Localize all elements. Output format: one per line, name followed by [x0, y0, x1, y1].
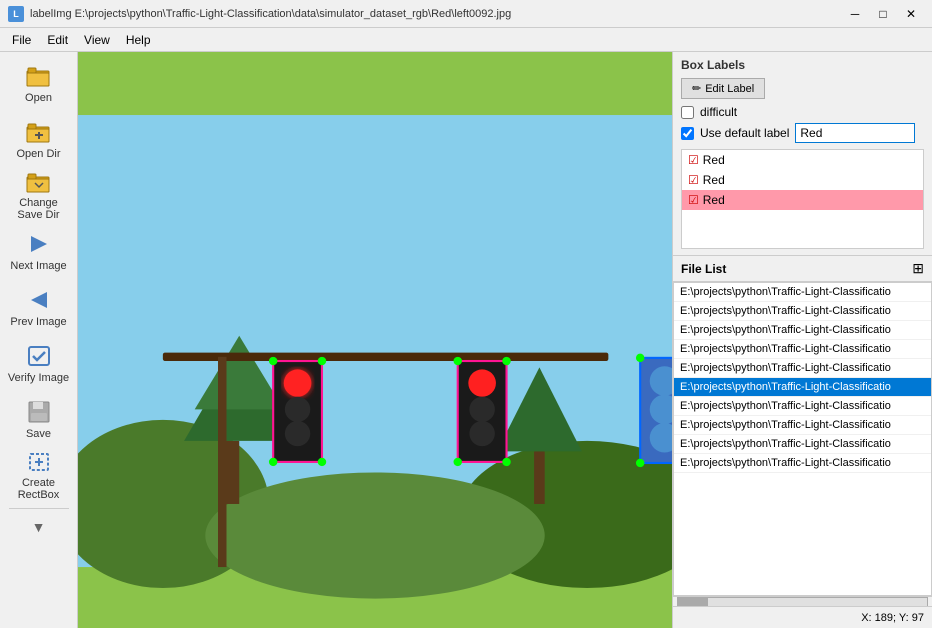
menu-view[interactable]: View	[76, 30, 118, 50]
left-toolbar: Open Open Dir	[0, 52, 78, 628]
menu-help[interactable]: Help	[118, 30, 159, 50]
app-icon: L	[8, 6, 24, 22]
open-icon	[25, 62, 53, 90]
file-list-item-1[interactable]: E:\projects\python\Traffic-Light-Classif…	[674, 302, 931, 321]
file-list-item-9[interactable]: E:\projects\python\Traffic-Light-Classif…	[674, 454, 931, 473]
change-save-dir-button[interactable]: Change Save Dir	[5, 168, 73, 222]
file-list-item-4[interactable]: E:\projects\python\Traffic-Light-Classif…	[674, 359, 931, 378]
difficult-row: difficult	[681, 105, 924, 119]
labels-list: ☑ Red ☑ Red ☑ Red	[681, 149, 924, 249]
use-default-label: Use default label	[700, 126, 789, 140]
file-list-expand-icon[interactable]: ⊞	[912, 260, 924, 277]
label-item-2[interactable]: ☑ Red	[682, 190, 923, 210]
open-dir-icon	[25, 118, 53, 146]
use-default-checkbox[interactable]	[681, 127, 694, 140]
menu-file[interactable]: File	[4, 30, 39, 50]
prev-image-label: Prev Image	[10, 316, 66, 328]
title-bar: L labelImg E:\projects\python\Traffic-Li…	[0, 0, 932, 28]
file-list-title: File List	[681, 262, 726, 276]
create-rectbox-icon	[25, 449, 53, 475]
box-labels-section: Box Labels ✏ Edit Label difficult Use de…	[673, 52, 932, 256]
check-icon-1: ☑	[688, 173, 699, 187]
window-controls[interactable]: ─ □ ✕	[842, 4, 924, 24]
save-icon	[25, 398, 53, 426]
create-rectbox-label: Create RectBox	[6, 477, 72, 501]
expand-button[interactable]: ▼	[5, 515, 73, 539]
label-text-1: Red	[703, 173, 725, 187]
toolbar-divider	[9, 508, 69, 509]
chevron-down-icon: ▼	[32, 519, 46, 535]
main-layout: Open Open Dir	[0, 52, 932, 628]
open-button[interactable]: Open	[5, 56, 73, 110]
canvas-area[interactable]	[78, 52, 672, 628]
label-item-1[interactable]: ☑ Red	[682, 170, 923, 190]
title-bar-left: L labelImg E:\projects\python\Traffic-Li…	[8, 6, 511, 22]
box-labels-title: Box Labels	[681, 58, 924, 72]
label-text-0: Red	[703, 153, 725, 167]
file-list-item-0[interactable]: E:\projects\python\Traffic-Light-Classif…	[674, 283, 931, 302]
right-panel: Box Labels ✏ Edit Label difficult Use de…	[672, 52, 932, 628]
file-list-scrollbar[interactable]	[673, 596, 932, 606]
edit-label-button[interactable]: ✏ Edit Label	[681, 78, 765, 99]
file-list-item-6[interactable]: E:\projects\python\Traffic-Light-Classif…	[674, 397, 931, 416]
difficult-label: difficult	[700, 105, 737, 119]
default-label-input[interactable]	[795, 123, 915, 143]
save-label: Save	[26, 428, 51, 440]
verify-image-button[interactable]: Verify Image	[5, 336, 73, 390]
file-list-item-5[interactable]: E:\projects\python\Traffic-Light-Classif…	[674, 378, 931, 397]
next-image-button[interactable]: Next Image	[5, 224, 73, 278]
status-bar: X: 189; Y: 97	[673, 606, 932, 628]
next-image-label: Next Image	[10, 260, 66, 272]
menu-bar: File Edit View Help	[0, 28, 932, 52]
scene-svg	[78, 52, 672, 628]
horizontal-scrollbar-track[interactable]	[677, 597, 928, 607]
coordinate-display: X: 189; Y: 97	[861, 612, 924, 624]
label-text-2: Red	[703, 193, 725, 207]
horizontal-scrollbar-thumb[interactable]	[678, 598, 708, 606]
file-list-item-8[interactable]: E:\projects\python\Traffic-Light-Classif…	[674, 435, 931, 454]
close-button[interactable]: ✕	[898, 4, 924, 24]
change-save-dir-label: Change Save Dir	[6, 197, 72, 221]
check-icon-2: ☑	[688, 193, 699, 207]
prev-image-button[interactable]: Prev Image	[5, 280, 73, 334]
prev-image-icon	[25, 286, 53, 314]
file-list-item-2[interactable]: E:\projects\python\Traffic-Light-Classif…	[674, 321, 931, 340]
difficult-checkbox[interactable]	[681, 106, 694, 119]
check-icon-0: ☑	[688, 153, 699, 167]
file-list-header: File List ⊞	[673, 256, 932, 282]
open-dir-label: Open Dir	[16, 148, 60, 160]
file-list-section: File List ⊞ E:\projects\python\Traffic-L…	[673, 256, 932, 606]
window-title: labelImg E:\projects\python\Traffic-Ligh…	[30, 8, 511, 20]
create-rectbox-button[interactable]: Create RectBox	[5, 448, 73, 502]
minimize-button[interactable]: ─	[842, 4, 868, 24]
open-dir-button[interactable]: Open Dir	[5, 112, 73, 166]
label-item-0[interactable]: ☑ Red	[682, 150, 923, 170]
menu-edit[interactable]: Edit	[39, 30, 76, 50]
file-list-item-7[interactable]: E:\projects\python\Traffic-Light-Classif…	[674, 416, 931, 435]
verify-image-label: Verify Image	[8, 372, 69, 384]
file-list-content[interactable]: E:\projects\python\Traffic-Light-Classif…	[673, 282, 932, 596]
edit-icon: ✏	[692, 82, 701, 95]
use-default-row: Use default label	[681, 123, 924, 143]
verify-image-icon	[25, 342, 53, 370]
file-list-item-3[interactable]: E:\projects\python\Traffic-Light-Classif…	[674, 340, 931, 359]
save-button[interactable]: Save	[5, 392, 73, 446]
open-label: Open	[25, 92, 52, 104]
change-save-dir-icon	[25, 169, 53, 195]
next-image-icon	[25, 230, 53, 258]
maximize-button[interactable]: □	[870, 4, 896, 24]
